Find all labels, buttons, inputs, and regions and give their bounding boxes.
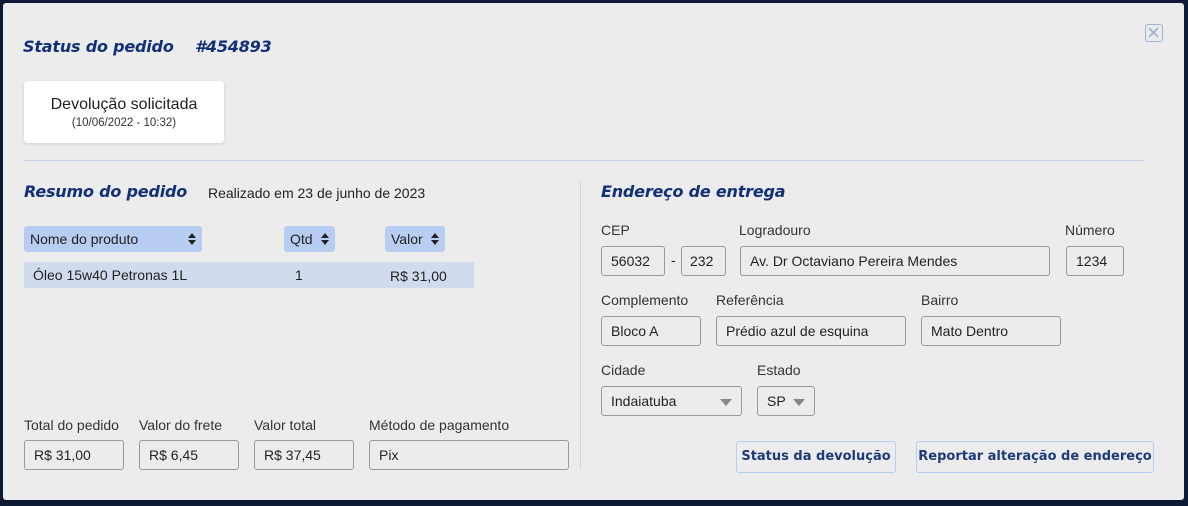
number-label: Número: [1065, 222, 1115, 238]
district-label: Bairro: [921, 292, 959, 308]
sort-icon: [321, 233, 329, 245]
summary-placed-on: Realizado em 23 de junho de 2023: [208, 185, 426, 201]
status-label: Devolução solicitada: [50, 96, 198, 113]
cep-separator: -: [671, 252, 676, 268]
grand-total-label: Valor total: [254, 417, 316, 433]
close-button[interactable]: [1145, 24, 1163, 42]
payment-method-field[interactable]: Pix: [369, 440, 569, 470]
state-select[interactable]: SP: [757, 386, 815, 416]
city-select[interactable]: Indaiatuba: [601, 386, 742, 416]
complement-label: Complemento: [601, 292, 689, 308]
cell-product: Óleo 15w40 Petronas 1L: [33, 267, 188, 283]
caret-down-icon: [793, 399, 805, 406]
cep-field-2[interactable]: 232: [681, 246, 726, 276]
complement-field[interactable]: Bloco A: [601, 316, 701, 346]
order-number: #454893: [194, 37, 272, 56]
sort-icon: [431, 233, 439, 245]
cep-field-1[interactable]: 56032: [601, 246, 665, 276]
cep-label: CEP: [601, 222, 630, 238]
column-header-product[interactable]: Nome do produto: [24, 226, 202, 252]
city-select-value: Indaiatuba: [611, 393, 677, 409]
table-row: Óleo 15w40 Petronas 1L 1 R$ 31,00: [24, 262, 474, 288]
order-total-label: Total do pedido: [24, 417, 119, 433]
column-header-label: Nome do produto: [30, 231, 139, 247]
reference-label: Referência: [716, 292, 784, 308]
district-field[interactable]: Mato Dentro: [921, 316, 1061, 346]
status-datetime: (10/06/2022 - 10:32): [71, 117, 177, 129]
cell-value: R$ 31,00: [390, 268, 447, 284]
street-field[interactable]: Av. Dr Octaviano Pereira Mendes: [740, 246, 1050, 276]
sort-icon: [188, 233, 196, 245]
summary-title: Resumo do pedido: [24, 182, 188, 201]
state-label: Estado: [757, 362, 801, 378]
reference-field[interactable]: Prédio azul de esquina: [716, 316, 906, 346]
grand-total-field[interactable]: R$ 37,45: [254, 440, 354, 470]
column-header-label: Qtd: [290, 231, 313, 247]
close-icon: [1148, 27, 1159, 38]
modal-title-text: Status do pedido: [23, 37, 174, 56]
divider-horizontal: [24, 160, 1145, 161]
cell-qty: 1: [295, 267, 303, 283]
modal-title: Status do pedido #454893: [23, 37, 272, 56]
address-title: Endereço de entrega: [601, 182, 786, 201]
shipping-label: Valor do frete: [139, 417, 223, 433]
column-header-value[interactable]: Valor: [385, 226, 445, 252]
return-status-button[interactable]: Status da devolução: [736, 441, 896, 473]
order-status-modal: Status do pedido #454893 Devolução solic…: [3, 3, 1184, 500]
city-label: Cidade: [601, 362, 646, 378]
divider-vertical: [580, 181, 581, 469]
payment-method-label: Método de pagamento: [369, 417, 510, 433]
shipping-field[interactable]: R$ 6,45: [139, 440, 239, 470]
number-field[interactable]: 1234: [1066, 246, 1124, 276]
column-header-qty[interactable]: Qtd: [284, 226, 335, 252]
report-address-change-button[interactable]: Reportar alteração de endereço: [916, 441, 1154, 473]
street-label: Logradouro: [739, 222, 811, 238]
status-card: Devolução solicitada (10/06/2022 - 10:32…: [24, 81, 224, 143]
caret-down-icon: [720, 399, 732, 406]
order-total-field[interactable]: R$ 31,00: [24, 440, 124, 470]
state-select-value: SP: [767, 393, 786, 409]
column-header-label: Valor: [391, 231, 423, 247]
